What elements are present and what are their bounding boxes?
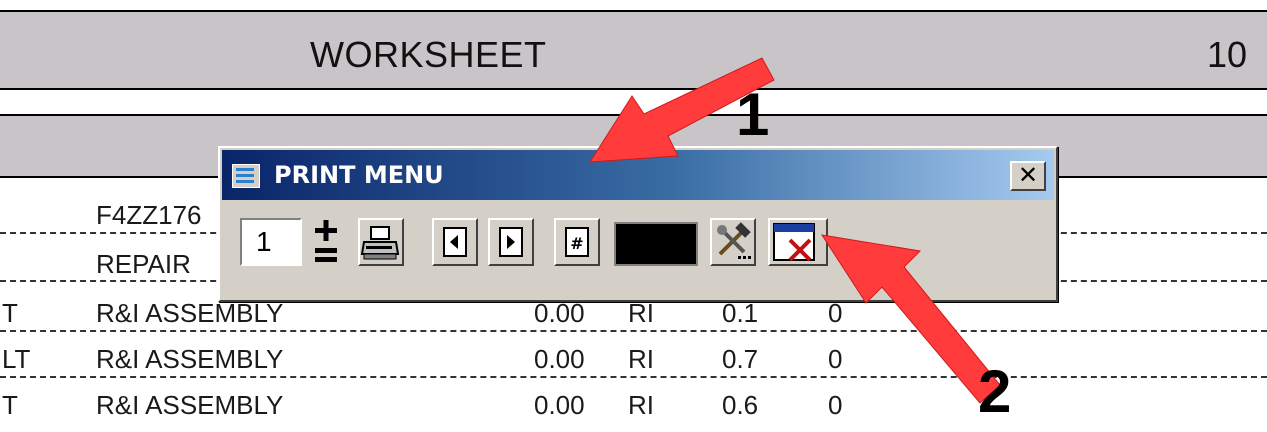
print-button[interactable] (358, 218, 404, 266)
cell-op: RI (628, 344, 654, 374)
previous-page-button[interactable] (432, 218, 478, 266)
window-icon (232, 164, 260, 188)
cell-hours: 0.1 (722, 298, 759, 328)
cell-description: R&I ASSEMBLY (96, 344, 284, 374)
worksheet-title: WORKSHEET (310, 34, 547, 75)
previous-page-icon (443, 227, 467, 257)
color-swatch[interactable] (614, 222, 698, 266)
cell-op: RI (628, 390, 654, 420)
callout-number-two: 2 (978, 358, 1012, 425)
cell-price: 0.00 (534, 344, 585, 374)
cell-code: T (2, 390, 18, 420)
page-number-button[interactable]: # (554, 218, 600, 266)
callout-number-one: 1 (736, 81, 770, 148)
cell-description: REPAIR (96, 249, 191, 279)
dialog-title: PRINT MENU (274, 161, 444, 189)
page-number-icon: # (565, 227, 589, 257)
cell-description: F4ZZ176 (96, 200, 202, 230)
next-page-button[interactable] (488, 218, 534, 266)
cell-op: RI (628, 298, 654, 328)
cell-price: 0.00 (534, 390, 585, 420)
cell-code: T (2, 298, 18, 328)
cell-hours: 0.7 (722, 344, 759, 374)
cell-price: 0.00 (534, 298, 585, 328)
row-divider (0, 376, 1267, 378)
copies-input[interactable]: 1 (240, 218, 302, 266)
close-button[interactable]: ✕ (1010, 161, 1046, 191)
table-row: T R&I ASSEMBLY 0.00 RI 0.6 0 (0, 382, 1267, 432)
next-page-icon (499, 227, 523, 257)
printer-icon (360, 226, 400, 260)
copies-stepper[interactable] (306, 218, 346, 266)
table-row: LT R&I ASSEMBLY 0.00 RI 0.7 0 (0, 336, 1267, 386)
worksheet-number: 10 (1207, 34, 1248, 75)
cell-description: R&I ASSEMBLY (96, 298, 284, 328)
settings-button[interactable] (710, 218, 756, 266)
cell-hours: 0.6 (722, 390, 759, 420)
svg-text:#: # (570, 234, 583, 253)
tools-icon (717, 222, 751, 259)
cell-description: R&I ASSEMBLY (96, 390, 284, 420)
cell-code: LT (2, 344, 31, 374)
row-divider (0, 330, 1267, 332)
plus-minus-icon (315, 220, 337, 262)
